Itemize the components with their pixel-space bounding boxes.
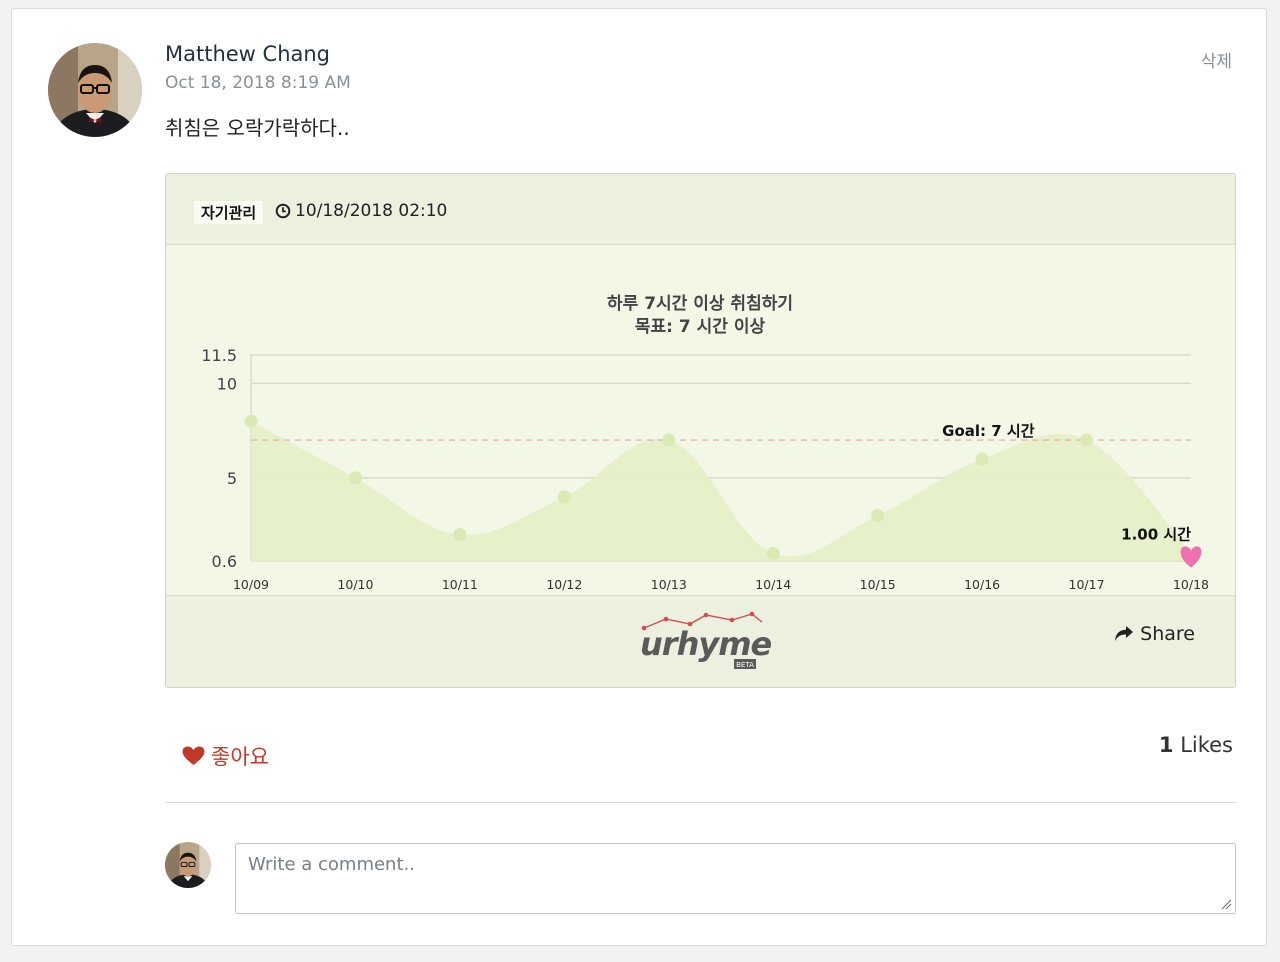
data-point-10/10 — [348, 471, 362, 485]
y-tick-label: 5 — [227, 469, 237, 488]
x-tick-label: 10/18 — [1173, 577, 1209, 592]
data-point-10/13 — [662, 433, 676, 447]
data-point-10/09 — [244, 414, 258, 428]
author-avatar[interactable] — [48, 43, 142, 137]
data-point-10/11 — [453, 528, 467, 542]
like-button[interactable]: 좋아요 — [182, 741, 269, 771]
chart-subtitle: 목표: 7 시간 이상 — [635, 317, 766, 337]
data-point-10/12 — [557, 490, 571, 504]
x-tick-label: 10/12 — [546, 577, 582, 592]
share-label: Share — [1140, 623, 1195, 645]
post-text: 취침은 오락가락하다.. — [165, 116, 350, 140]
category-tag: 자기관리 — [194, 201, 264, 224]
x-tick-label: 10/10 — [337, 577, 373, 592]
card-footer: urhyme BETA Share — [166, 595, 1235, 687]
clock-icon — [275, 203, 291, 219]
delete-button[interactable]: 삭제 — [1201, 47, 1232, 72]
x-tick-label: 10/11 — [442, 577, 478, 592]
x-tick-label: 10/16 — [964, 577, 1000, 592]
activity-card: 자기관리 10/18/2018 02:10 하루 7시간 이상 취침하기 목표:… — [165, 173, 1236, 688]
divider — [165, 802, 1236, 803]
series-area — [251, 421, 1191, 561]
x-tick-label: 10/14 — [755, 577, 791, 592]
sleep-chart: 하루 7시간 이상 취침하기 목표: 7 시간 이상 0.6 5 10 11.5 Go… — [166, 245, 1235, 595]
like-label: 좋아요 — [211, 745, 269, 769]
x-tick-label: 10/09 — [233, 577, 269, 592]
x-tick-labels: 10/09 10/10 10/11 10/12 10/13 10/14 10/15 10/16… — [233, 577, 1209, 592]
last-value-label: 1.00 시간 — [1121, 525, 1191, 543]
author-name[interactable]: Matthew Chang — [165, 42, 330, 66]
x-tick-label: 10/17 — [1069, 577, 1105, 592]
heart-marker-icon — [1180, 546, 1202, 568]
data-point-10/15 — [871, 509, 885, 523]
data-point-10/14 — [766, 546, 780, 560]
card-date: 10/18/2018 02:10 — [295, 201, 448, 221]
logo-text: urhyme — [640, 625, 771, 663]
y-tick-label: 11.5 — [201, 346, 237, 365]
card-header: 자기관리 10/18/2018 02:10 — [166, 174, 1235, 245]
heart-icon — [182, 746, 205, 765]
resize-grip-icon[interactable] — [1220, 898, 1232, 910]
post-card: Matthew Chang Oct 18, 2018 8:19 AM 취침은 오… — [11, 8, 1267, 946]
y-tick-label: 10 — [217, 374, 237, 393]
goal-label: Goal: 7 시간 — [942, 422, 1035, 440]
post-timestamp: Oct 18, 2018 8:19 AM — [165, 73, 351, 93]
share-button[interactable]: Share — [1114, 623, 1195, 645]
data-point-10/16 — [975, 452, 989, 466]
commenter-avatar[interactable] — [165, 842, 211, 888]
comment-input[interactable] — [235, 843, 1236, 914]
chart-title: 하루 7시간 이상 취침하기 — [607, 293, 793, 314]
data-point-10/17 — [1080, 433, 1094, 447]
chart-svg: 하루 7시간 이상 취침하기 목표: 7 시간 이상 0.6 5 10 11.5 Go… — [201, 293, 1209, 592]
logo-badge: BETA — [736, 661, 754, 669]
likes-suffix: Likes — [1173, 733, 1233, 757]
urhyme-logo[interactable]: urhyme BETA — [636, 610, 771, 676]
x-tick-label: 10/13 — [651, 577, 687, 592]
share-arrow-icon — [1115, 626, 1134, 641]
like-count-number: 1 — [1158, 733, 1174, 757]
y-tick-labels: 0.6 5 10 11.5 — [201, 346, 237, 571]
y-tick-label: 0.6 — [212, 552, 237, 571]
x-tick-label: 10/15 — [860, 577, 896, 592]
like-count[interactable]: 1 Likes — [1159, 733, 1233, 757]
